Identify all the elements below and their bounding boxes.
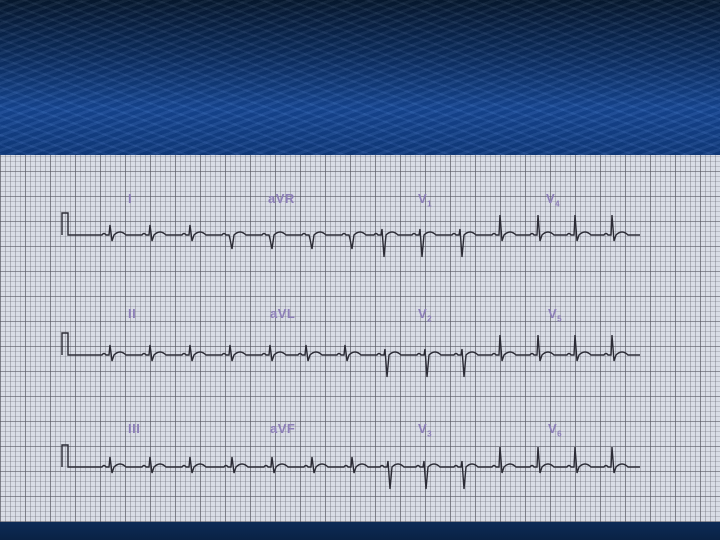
lead-label-iii: III [128, 421, 141, 436]
slide-header-band [0, 0, 720, 155]
lead-label-avr: aVR [268, 191, 295, 206]
lead-label-v5: V5 [548, 306, 563, 324]
lead-label-avl: aVL [270, 306, 296, 321]
lead-label-ii: II [128, 306, 137, 321]
ecg-traces [61, 212, 640, 490]
lead-label-i: I [128, 191, 133, 206]
lead-label-v6: V6 [548, 421, 563, 439]
lead-label-v1: V1 [418, 191, 433, 209]
slide-footer-band [0, 522, 720, 540]
ecg-strip: I aVR V1 V4 II aVL V2 V5 III aVF V3 V6 [0, 155, 720, 522]
ecg-trace-row-3 [61, 444, 640, 490]
lead-label-v3: V3 [418, 421, 433, 439]
ecg-trace-row-2 [61, 332, 640, 378]
lead-label-avf: aVF [270, 421, 296, 436]
lead-label-v2: V2 [418, 306, 433, 324]
lead-label-v4: V4 [546, 191, 561, 209]
ecg-trace-row-1 [61, 212, 640, 258]
